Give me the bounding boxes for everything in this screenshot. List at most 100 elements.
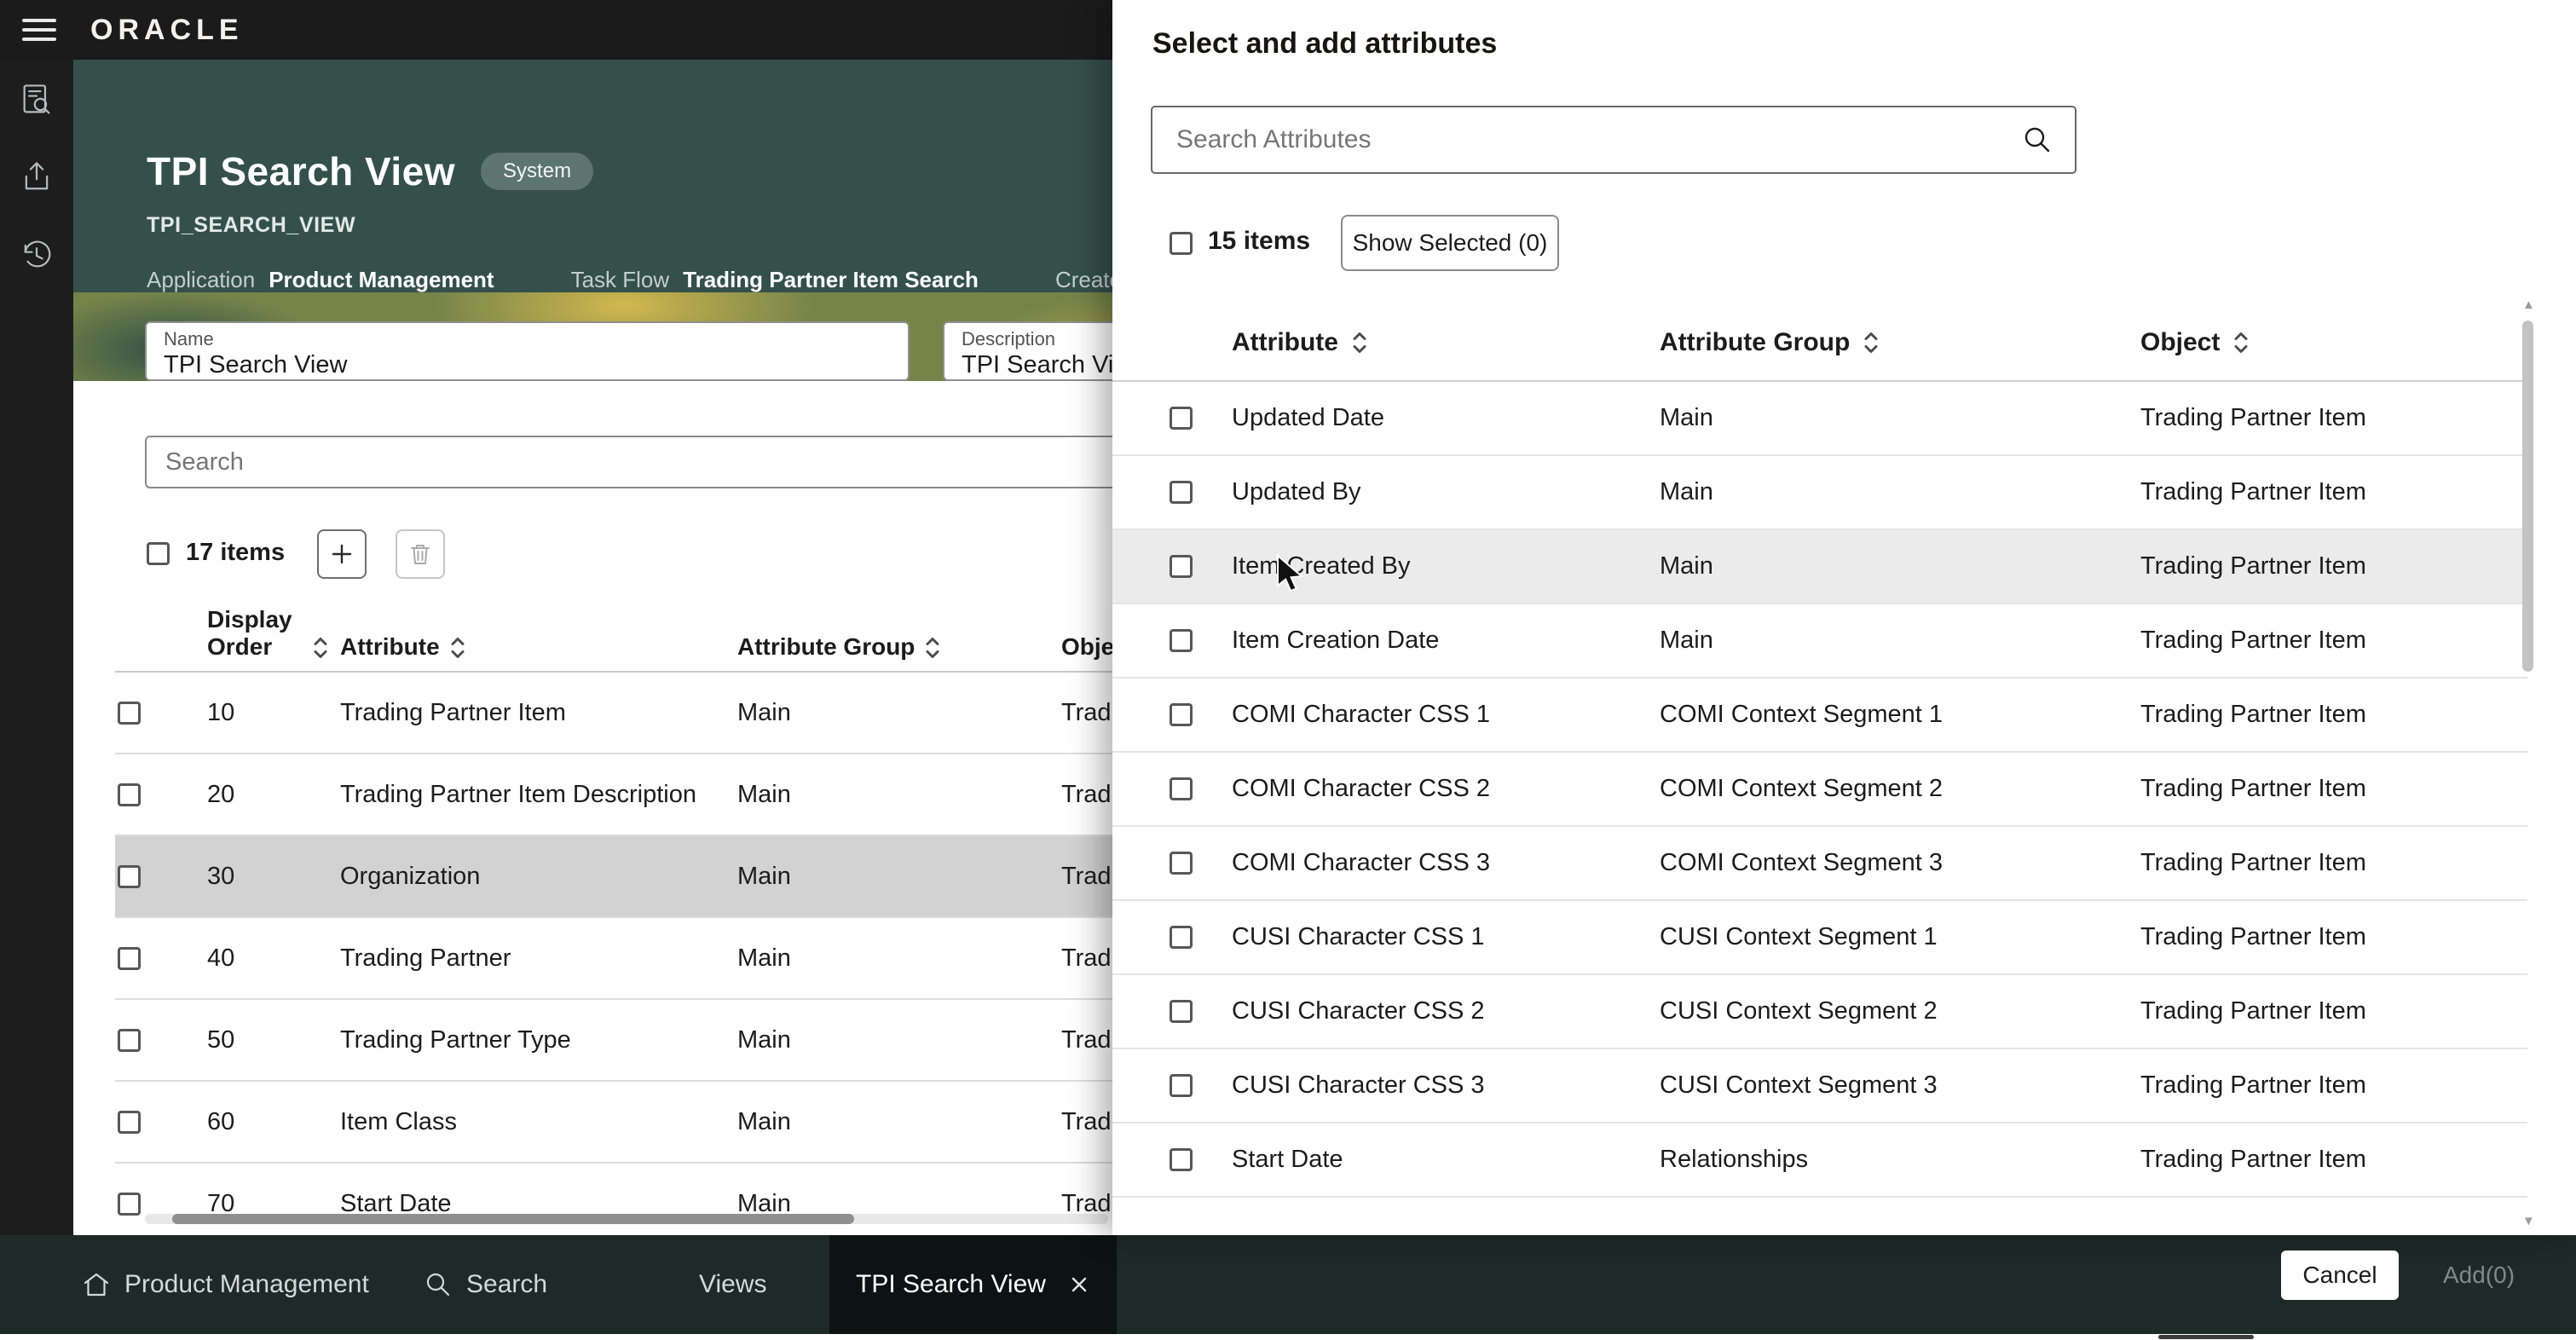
panel-search-input[interactable]: [1175, 124, 2022, 155]
select-all-checkbox[interactable]: [147, 542, 170, 565]
row-checkbox[interactable]: [1170, 852, 1193, 875]
name-field-label: Name: [164, 328, 891, 350]
search-icon[interactable]: [2022, 124, 2053, 155]
sort-icon[interactable]: [1862, 330, 1880, 355]
horizontal-scrollbar-thumb[interactable]: [172, 1214, 854, 1224]
taskbar-item-label: Search: [466, 1270, 547, 1299]
row-checkbox[interactable]: [1170, 1000, 1193, 1023]
panel-table-row[interactable]: COMI Character CSS 3 COMI Context Segmen…: [1112, 827, 2527, 901]
vertical-scrollbar[interactable]: ▲ ▼: [2521, 298, 2536, 1227]
cell-attribute: Trading Partner: [340, 944, 737, 973]
close-icon[interactable]: [1068, 1274, 1090, 1296]
sort-icon[interactable]: [311, 635, 330, 661]
cell-attribute-group: Main: [737, 1108, 1061, 1136]
row-checkbox[interactable]: [118, 1111, 141, 1134]
name-field[interactable]: Name TPI Search View: [145, 321, 910, 381]
vertical-scrollbar-thumb[interactable]: [2522, 321, 2533, 672]
horizontal-scrollbar[interactable]: [145, 1214, 1108, 1224]
cell-attribute-group: Main: [1660, 627, 2140, 655]
row-checkbox[interactable]: [118, 947, 141, 970]
panel-table-header-row: Attribute Attribute Group Object: [1112, 305, 2527, 382]
cell-display-order: 40: [200, 944, 340, 973]
cancel-button[interactable]: Cancel: [2281, 1250, 2399, 1300]
row-checkbox[interactable]: [1170, 703, 1193, 726]
cell-object: Trading Partner Item: [2140, 404, 2515, 432]
cell-attribute-group: Main: [737, 1026, 1061, 1054]
panel-table-row[interactable]: Start Date Relationships Trading Partner…: [1112, 1123, 2527, 1198]
meta-value: Product Management: [269, 267, 494, 293]
cell-display-order: 20: [200, 781, 340, 809]
add-row-button[interactable]: [317, 529, 367, 579]
panel-column-header-attribute-group[interactable]: Attribute Group: [1660, 328, 2140, 357]
cell-display-order: 60: [200, 1108, 340, 1136]
sort-icon[interactable]: [448, 635, 467, 661]
cell-attribute-group: Main: [1660, 552, 2140, 580]
taskbar-item-views[interactable]: Views: [699, 1235, 766, 1334]
row-checkbox[interactable]: [1170, 777, 1193, 800]
row-checkbox[interactable]: [1170, 555, 1193, 578]
cell-display-order: 10: [200, 699, 340, 727]
cell-object: Trading Partner Item: [2140, 478, 2515, 506]
sort-icon[interactable]: [2232, 330, 2250, 355]
panel-search-box: [1151, 106, 2076, 174]
row-checkbox[interactable]: [118, 1029, 141, 1052]
export-icon[interactable]: [19, 159, 55, 199]
search-document-icon[interactable]: [19, 82, 55, 122]
panel-column-header-object[interactable]: Object: [2140, 328, 2515, 357]
panel-table-row[interactable]: COMI Character CSS 2 COMI Context Segmen…: [1112, 753, 2527, 827]
row-checkbox[interactable]: [118, 783, 141, 806]
scroll-down-icon[interactable]: ▼: [2522, 1215, 2535, 1227]
panel-table-row[interactable]: Item Creation Date Main Trading Partner …: [1112, 604, 2527, 679]
sort-icon[interactable]: [1350, 330, 1369, 355]
column-header-attribute-group[interactable]: Attribute Group: [737, 633, 1061, 661]
panel-table-row[interactable]: COMI Character CSS 1 COMI Context Segmen…: [1112, 679, 2527, 753]
show-selected-button[interactable]: Show Selected (0): [1341, 215, 1559, 271]
cell-attribute: Trading Partner Item: [340, 699, 737, 727]
cell-attribute: COMI Character CSS 3: [1232, 849, 1660, 877]
hamburger-menu-icon[interactable]: [22, 14, 56, 45]
row-checkbox[interactable]: [1170, 1074, 1193, 1097]
scroll-up-icon[interactable]: ▲: [2522, 298, 2535, 311]
add-button[interactable]: Add(0): [2443, 1250, 2515, 1300]
cell-object: Trading Partner Item: [2140, 1071, 2515, 1100]
cell-attribute: Item Class: [340, 1108, 737, 1136]
cell-attribute: Item Creation Date: [1232, 627, 1660, 655]
cell-attribute: Updated By: [1232, 478, 1660, 506]
row-checkbox[interactable]: [118, 1193, 141, 1216]
row-checkbox[interactable]: [1170, 407, 1193, 430]
cell-attribute-group: CUSI Context Segment 1: [1660, 923, 2140, 951]
row-checkbox[interactable]: [118, 865, 141, 888]
row-checkbox[interactable]: [1170, 926, 1193, 949]
cell-display-order: 30: [200, 863, 340, 891]
active-tab-tpi-search-view[interactable]: TPI Search View: [829, 1235, 1117, 1334]
delete-row-button[interactable]: [396, 529, 445, 579]
panel-table-row[interactable]: Updated Date Main Trading Partner Item: [1112, 382, 2527, 456]
row-checkbox[interactable]: [1170, 629, 1193, 652]
panel-select-all-checkbox[interactable]: [1170, 232, 1193, 255]
panel-table-row[interactable]: CUSI Character CSS 3 CUSI Context Segmen…: [1112, 1049, 2527, 1123]
cell-attribute-group: Main: [737, 863, 1061, 891]
panel-table-row[interactable]: Updated By Main Trading Partner Item: [1112, 456, 2527, 530]
cell-object: Trading Partner Item: [2140, 552, 2515, 580]
header-meta: Application Product Management Task Flow…: [147, 267, 1252, 293]
panel-table-row[interactable]: Item Created By Main Trading Partner Ite…: [1112, 530, 2527, 604]
cell-attribute: Updated Date: [1232, 404, 1660, 432]
cell-object: Trading Partner Item: [2140, 775, 2515, 803]
panel-table-row[interactable]: CUSI Character CSS 1 CUSI Context Segmen…: [1112, 901, 2527, 975]
meta-value: Trading Partner Item Search: [683, 267, 979, 293]
row-checkbox[interactable]: [118, 702, 141, 725]
column-header-attribute[interactable]: Attribute: [340, 633, 737, 661]
column-header-display-order[interactable]: Display Order: [207, 606, 340, 661]
cell-attribute-group: CUSI Context Segment 3: [1660, 1071, 2140, 1100]
taskbar-item-product-management[interactable]: Product Management: [82, 1235, 369, 1334]
taskbar-item-search[interactable]: Search: [424, 1235, 547, 1334]
oracle-logo: ORACLE: [90, 0, 244, 60]
panel-column-header-attribute[interactable]: Attribute: [1232, 328, 1660, 357]
cell-attribute-group: Relationships: [1660, 1146, 2140, 1174]
panel-table-row[interactable]: CUSI Character CSS 2 CUSI Context Segmen…: [1112, 975, 2527, 1049]
cell-attribute: COMI Character CSS 2: [1232, 775, 1660, 803]
history-icon[interactable]: [19, 237, 55, 277]
row-checkbox[interactable]: [1170, 1148, 1193, 1171]
row-checkbox[interactable]: [1170, 481, 1193, 504]
sort-icon[interactable]: [923, 635, 942, 661]
